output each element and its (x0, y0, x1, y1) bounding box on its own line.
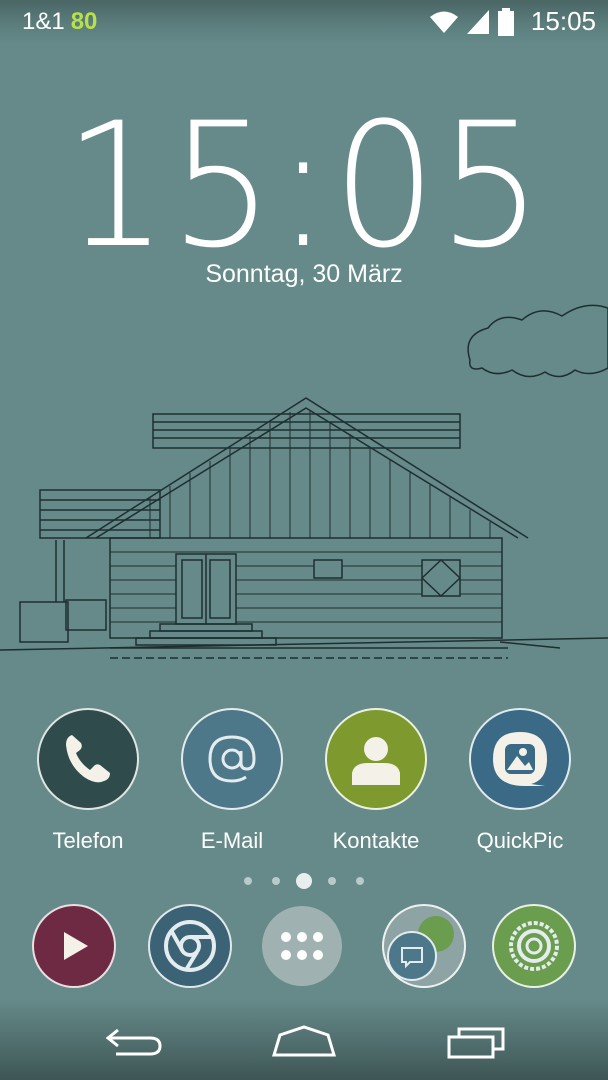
home-icon (272, 1025, 336, 1057)
carrier: 1&1 80 (22, 8, 97, 36)
app-label: Telefon (52, 828, 124, 853)
app-kontakte-circle (325, 708, 427, 810)
battery-icon (497, 7, 514, 36)
wifi-icon (429, 11, 458, 33)
home-button[interactable] (264, 1020, 344, 1064)
quickpic-icon (493, 732, 547, 786)
back-button[interactable] (94, 1020, 174, 1064)
page-dot-active (296, 873, 312, 889)
chrome-icon[interactable] (148, 904, 232, 988)
page-dot (328, 877, 336, 885)
app-label: QuickPic (476, 828, 564, 853)
app-email[interactable]: E-Mail (162, 708, 302, 854)
play-store-icon[interactable] (32, 904, 116, 988)
home-app-row: Telefon E-Mail Kontakte QuickPic (0, 708, 608, 868)
clock-date: Sonntag, 30 März (205, 260, 403, 288)
camera-icon[interactable] (492, 904, 576, 988)
clock-widget[interactable]: 15:05 (15, 100, 593, 272)
app-label: Kontakte (332, 828, 420, 853)
page-dot (244, 877, 252, 885)
app-quickpic-circle (469, 708, 571, 810)
status-time: 15:05 (530, 6, 596, 36)
carrier-name: 1&1 (22, 8, 65, 35)
dock (0, 904, 608, 994)
signal-icon (466, 9, 489, 34)
page-indicator (0, 872, 608, 892)
messaging-folder-icon[interactable] (382, 904, 466, 988)
status-bar: 1&1 80 15:05 (0, 0, 608, 44)
navigation-bar (0, 1000, 608, 1080)
app-drawer-icon[interactable] (262, 906, 342, 986)
play-triangle-icon (64, 932, 88, 960)
app-email-circle (181, 708, 283, 810)
cloud-drawing (467, 304, 608, 378)
app-telefon-circle (37, 708, 139, 810)
page-dot (356, 877, 364, 885)
at-icon (208, 735, 256, 783)
page-dot (272, 877, 280, 885)
clock-time: 15:05 (63, 85, 545, 286)
recent-apps-button[interactable] (436, 1020, 516, 1064)
app-telefon[interactable]: Telefon (18, 708, 158, 854)
camera-lens-icon (509, 921, 559, 971)
chrome-logo-icon (164, 920, 216, 972)
contact-icon (352, 737, 400, 785)
back-icon (105, 1028, 162, 1056)
messaging-icon (387, 916, 454, 981)
notification-badge: 80 (70, 8, 98, 35)
app-quickpic[interactable]: QuickPic (450, 708, 590, 854)
app-kontakte[interactable]: Kontakte (306, 708, 446, 854)
phone-icon (66, 735, 110, 783)
recent-apps-icon (447, 1027, 505, 1059)
wallpaper-house-sketch (0, 304, 608, 659)
grid-dots-icon (281, 932, 323, 960)
app-label: E-Mail (200, 828, 264, 853)
